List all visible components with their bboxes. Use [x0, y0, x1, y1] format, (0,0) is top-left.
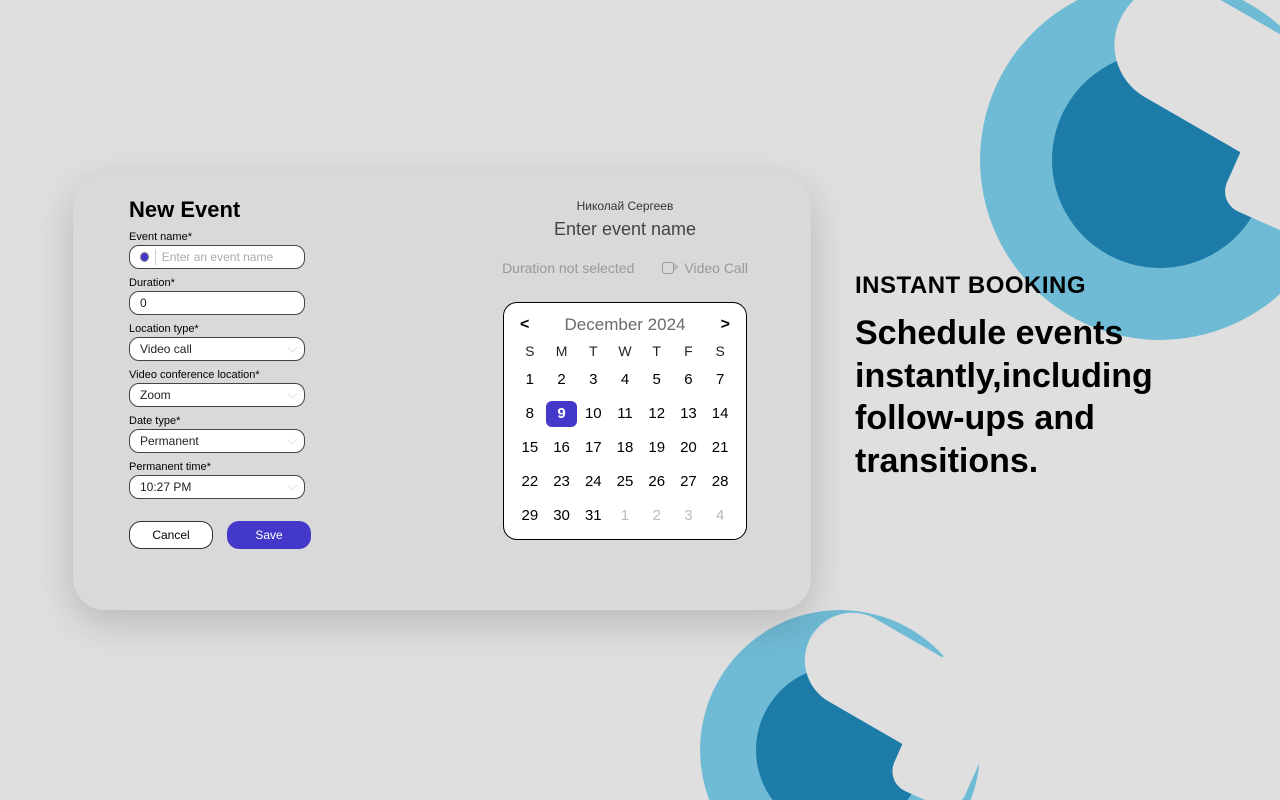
calendar-dow: T: [641, 343, 673, 359]
calendar-day[interactable]: 29: [514, 503, 546, 529]
calendar-dow: F: [673, 343, 705, 359]
calendar-day[interactable]: 2: [546, 367, 578, 393]
label-duration: Duration*: [129, 277, 429, 289]
field-duration: Duration*: [129, 277, 429, 315]
divider-icon: [155, 249, 156, 265]
duration-input[interactable]: [140, 296, 294, 310]
calendar-day[interactable]: 15: [514, 435, 546, 461]
calendar-day[interactable]: 28: [704, 469, 736, 495]
label-event-name: Event name*: [129, 231, 429, 243]
event-name-input[interactable]: [162, 250, 294, 264]
label-vc-location: Video conference location*: [129, 369, 429, 381]
calendar-day[interactable]: 4: [609, 367, 641, 393]
vc-location-value: Zoom: [140, 388, 171, 402]
calendar-dow: S: [514, 343, 546, 359]
calendar-widget: < December 2024 > SMTWTFS123456789101112…: [503, 302, 747, 540]
preview-duration-text: Duration not selected: [502, 260, 634, 276]
calendar-dow: W: [609, 343, 641, 359]
new-event-card: New Event Event name* Duration* Location…: [73, 175, 811, 610]
form-actions: Cancel Save: [129, 521, 429, 549]
calendar-day[interactable]: 14: [704, 401, 736, 427]
marketing-body: Schedule events instantly,including foll…: [855, 312, 1235, 482]
marketing-eyebrow: INSTANT BOOKING: [855, 272, 1235, 300]
calendar-day[interactable]: 11: [609, 401, 641, 427]
calendar-next-button[interactable]: >: [721, 316, 730, 334]
calendar-day[interactable]: 5: [641, 367, 673, 393]
calendar-month-label: December 2024: [565, 315, 686, 335]
date-type-select[interactable]: Permanent: [129, 429, 305, 453]
label-permanent-time: Permanent time*: [129, 461, 429, 473]
calendar-day[interactable]: 13: [673, 401, 705, 427]
form-title: New Event: [129, 197, 429, 223]
calendar-day[interactable]: 17: [577, 435, 609, 461]
calendar-dow: T: [577, 343, 609, 359]
label-location-type: Location type*: [129, 323, 429, 335]
preview-location-text: Video Call: [684, 260, 748, 276]
calendar-dow: S: [704, 343, 736, 359]
preview-duration: Duration not selected: [502, 260, 634, 276]
calendar-day[interactable]: 12: [641, 401, 673, 427]
calendar-dow: M: [546, 343, 578, 359]
save-button[interactable]: Save: [227, 521, 311, 549]
event-color-icon[interactable]: [140, 252, 149, 262]
calendar-day[interactable]: 23: [546, 469, 578, 495]
field-vc-location: Video conference location* Zoom: [129, 369, 429, 407]
calendar-day[interactable]: 20: [673, 435, 705, 461]
location-type-select[interactable]: Video call: [129, 337, 305, 361]
permanent-time-value: 10:27 PM: [140, 480, 191, 494]
calendar-day[interactable]: 30: [546, 503, 578, 529]
calendar-day[interactable]: 6: [673, 367, 705, 393]
field-permanent-time: Permanent time* 10:27 PM: [129, 461, 429, 499]
location-type-value: Video call: [140, 342, 192, 356]
preview-event-name: Enter event name: [554, 219, 696, 240]
calendar-day[interactable]: 1: [514, 367, 546, 393]
calendar-day[interactable]: 18: [609, 435, 641, 461]
calendar-day[interactable]: 19: [641, 435, 673, 461]
calendar-day[interactable]: 8: [514, 401, 546, 427]
calendar-day[interactable]: 26: [641, 469, 673, 495]
field-event-name: Event name*: [129, 231, 429, 269]
date-type-value: Permanent: [140, 434, 199, 448]
field-location-type: Location type* Video call: [129, 323, 429, 361]
calendar-day[interactable]: 27: [673, 469, 705, 495]
calendar-day: 4: [704, 503, 736, 529]
host-name: Николай Сергеев: [577, 199, 674, 213]
input-event-name-wrap[interactable]: [129, 245, 305, 269]
cancel-button[interactable]: Cancel: [129, 521, 213, 549]
video-camera-icon: [662, 262, 678, 274]
calendar-prev-button[interactable]: <: [520, 316, 529, 334]
calendar-day[interactable]: 22: [514, 469, 546, 495]
calendar-day[interactable]: 16: [546, 435, 578, 461]
preview-column: Николай Сергеев Enter event name Duratio…: [429, 197, 781, 586]
calendar-day: 1: [609, 503, 641, 529]
label-date-type: Date type*: [129, 415, 429, 427]
field-date-type: Date type* Permanent: [129, 415, 429, 453]
calendar-day[interactable]: 9: [546, 401, 578, 427]
form-column: New Event Event name* Duration* Location…: [129, 197, 429, 586]
calendar-day[interactable]: 3: [577, 367, 609, 393]
decorative-logo-bottom: [700, 610, 980, 800]
calendar-day[interactable]: 7: [704, 367, 736, 393]
vc-location-select[interactable]: Zoom: [129, 383, 305, 407]
calendar-day[interactable]: 21: [704, 435, 736, 461]
marketing-text: INSTANT BOOKING Schedule events instantl…: [855, 272, 1235, 482]
calendar-day: 2: [641, 503, 673, 529]
permanent-time-input[interactable]: 10:27 PM: [129, 475, 305, 499]
calendar-day: 3: [673, 503, 705, 529]
preview-location: Video Call: [662, 260, 748, 276]
calendar-grid: SMTWTFS123456789101112131415161718192021…: [514, 343, 736, 529]
calendar-day[interactable]: 25: [609, 469, 641, 495]
calendar-day[interactable]: 24: [577, 469, 609, 495]
calendar-day[interactable]: 31: [577, 503, 609, 529]
preview-meta-row: Duration not selected Video Call: [502, 260, 748, 276]
duration-input-wrap[interactable]: [129, 291, 305, 315]
calendar-day[interactable]: 10: [577, 401, 609, 427]
